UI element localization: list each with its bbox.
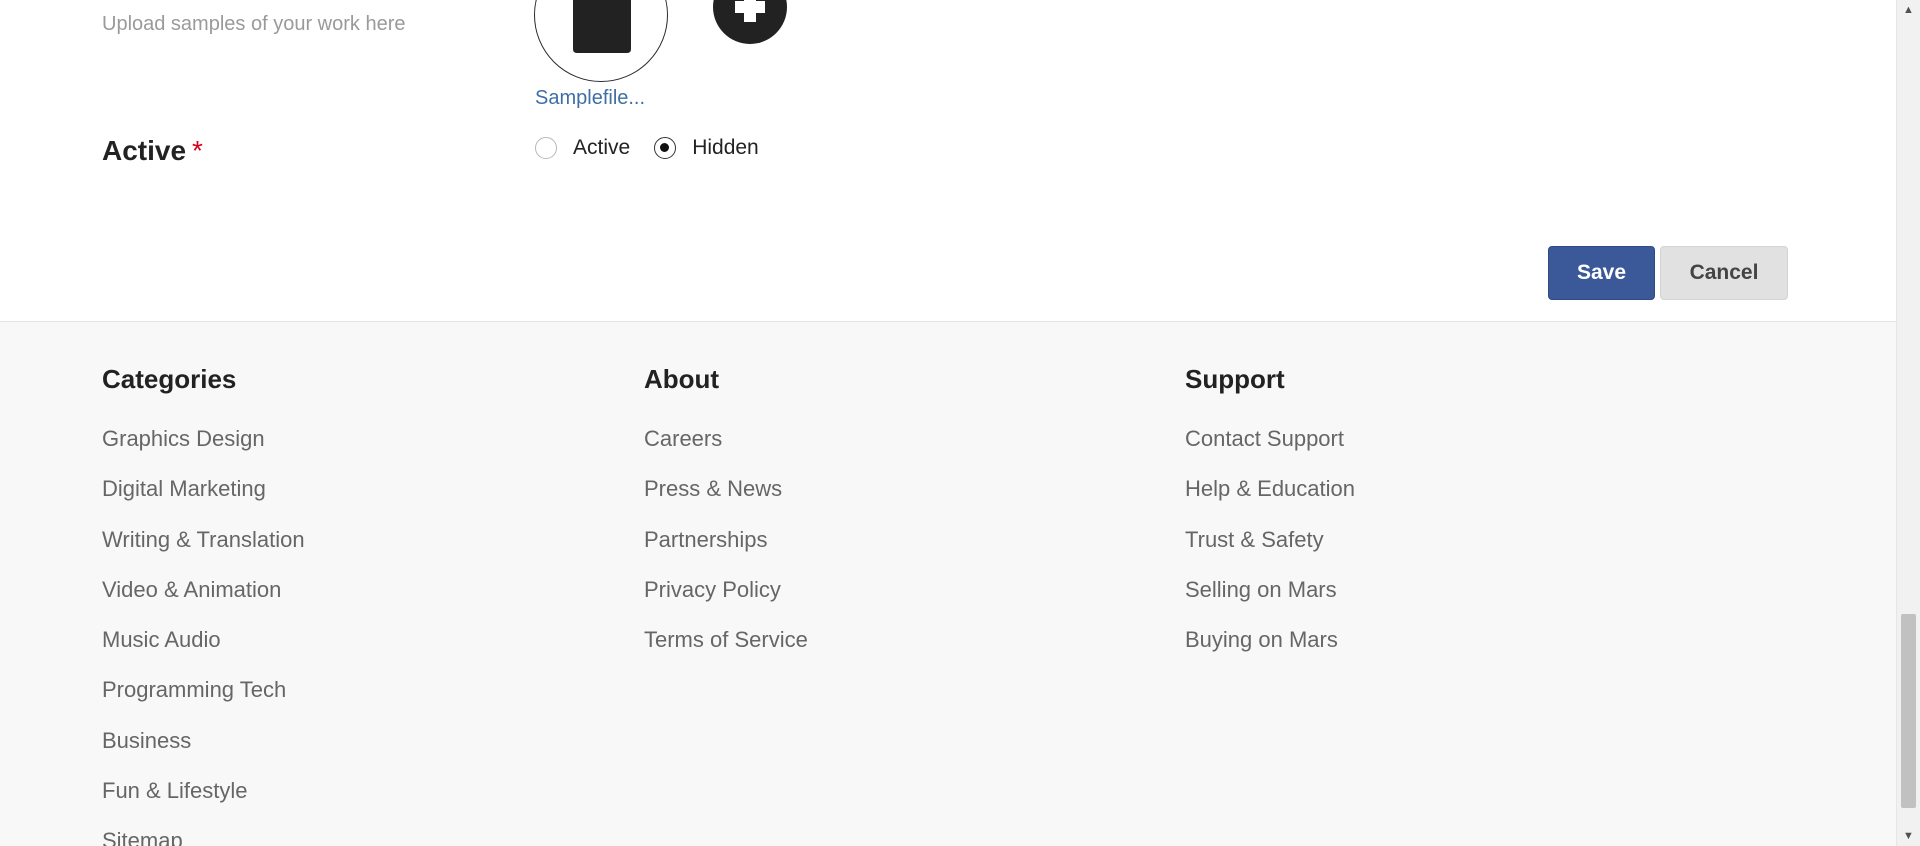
required-indicator: * [192, 135, 203, 166]
footer-column-title: Categories [102, 364, 237, 394]
save-button[interactable]: Save [1548, 246, 1655, 300]
footer-column-about: About Careers Press & News Partnerships … [644, 360, 808, 675]
uploaded-file-link[interactable]: Samplefile... [535, 87, 645, 110]
plus-icon [735, 0, 765, 22]
footer-link[interactable]: Video & Animation [102, 575, 305, 625]
page-content: Upload samples of your work here Samplef… [0, 0, 1896, 846]
footer-link[interactable]: Selling on Mars [1185, 575, 1355, 625]
footer-link[interactable]: Contact Support [1185, 424, 1355, 474]
radio-option-hidden[interactable]: Hidden [654, 136, 759, 160]
footer-link[interactable]: Buying on Mars [1185, 625, 1355, 675]
radio-active-input[interactable] [535, 137, 557, 159]
uploaded-file-thumbnail[interactable] [534, 0, 668, 82]
footer-link[interactable]: Music Audio [102, 625, 305, 675]
footer-column-support: Support Contact Support Help & Education… [1185, 360, 1355, 675]
footer-column-title: About [644, 364, 720, 394]
radio-hidden-label[interactable]: Hidden [692, 136, 759, 160]
footer-link[interactable]: Privacy Policy [644, 575, 808, 625]
site-footer: Categories Graphics Design Digital Marke… [0, 322, 1896, 846]
scroll-down-arrow-icon[interactable]: ▼ [1897, 826, 1920, 846]
footer-link[interactable]: Digital Marketing [102, 474, 305, 524]
footer-link[interactable]: Help & Education [1185, 474, 1355, 524]
footer-column-categories: Categories Graphics Design Digital Marke… [102, 360, 305, 846]
cancel-button[interactable]: Cancel [1660, 246, 1788, 300]
edit-gig-form: Upload samples of your work here Samplef… [0, 0, 1896, 322]
add-file-button[interactable] [713, 0, 787, 44]
footer-link[interactable]: Terms of Service [644, 625, 808, 675]
file-icon [573, 0, 631, 53]
page: Upload samples of your work here Samplef… [0, 0, 1920, 846]
upload-hint-text: Upload samples of your work here [102, 13, 406, 35]
footer-column-title: Support [1185, 364, 1285, 394]
footer-link[interactable]: Graphics Design [102, 424, 305, 474]
footer-link[interactable]: Business [102, 726, 305, 776]
footer-link[interactable]: Fun & Lifestyle [102, 776, 305, 826]
footer-link[interactable]: Careers [644, 424, 808, 474]
footer-link[interactable]: Trust & Safety [1185, 525, 1355, 575]
footer-link[interactable]: Writing & Translation [102, 525, 305, 575]
vertical-scrollbar[interactable]: ▲ ▼ [1896, 0, 1920, 846]
active-field-label: Active * [102, 135, 203, 167]
active-label-text: Active [102, 135, 187, 166]
footer-link[interactable]: Programming Tech [102, 675, 305, 725]
scroll-up-arrow-icon[interactable]: ▲ [1897, 0, 1920, 20]
footer-link[interactable]: Press & News [644, 474, 808, 524]
radio-active-label[interactable]: Active [573, 136, 630, 160]
scrollbar-thumb[interactable] [1901, 614, 1916, 808]
footer-link[interactable]: Partnerships [644, 525, 808, 575]
visibility-radio-group: Active Hidden [535, 136, 759, 160]
radio-option-active[interactable]: Active [535, 136, 630, 160]
footer-link[interactable]: Sitemap [102, 826, 305, 846]
radio-hidden-input[interactable] [654, 137, 677, 159]
